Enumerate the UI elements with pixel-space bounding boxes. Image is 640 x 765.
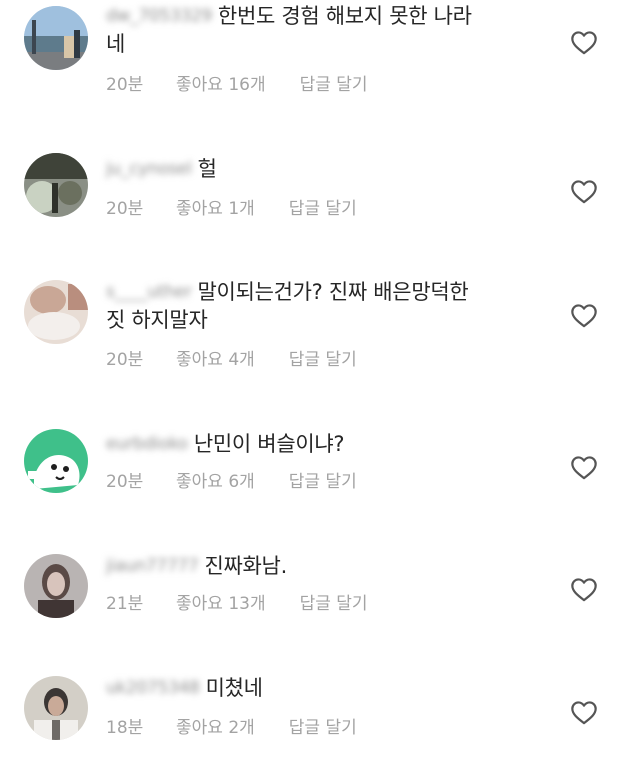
- comment-item: s____uther 말이되는건가? 진짜 배은망덕한 짓 하지말자 20분 좋아요…: [0, 276, 640, 386]
- comment-body-line2: 네: [106, 32, 126, 56]
- reply-button[interactable]: 답글 달기: [289, 198, 357, 220]
- avatar[interactable]: [24, 429, 88, 493]
- comment-item: ju_cynosel 헐 20분 좋아요 1개 답글 달기: [0, 150, 640, 240]
- comment-username[interactable]: ju_cynosel: [106, 154, 192, 184]
- heart-outline-icon[interactable]: [570, 699, 598, 725]
- comment-username[interactable]: s____uther: [106, 277, 192, 307]
- avatar[interactable]: [24, 153, 88, 217]
- heart-outline-icon[interactable]: [570, 178, 598, 204]
- comment-meta: 20분 좋아요 1개 답글 달기: [106, 198, 357, 220]
- comment-likes[interactable]: 좋아요 6개: [176, 471, 255, 493]
- heart-outline-icon[interactable]: [570, 302, 598, 328]
- comment-time: 20분: [106, 75, 144, 95]
- comment-time: 20분: [106, 199, 144, 219]
- comment-time: 20분: [106, 472, 144, 492]
- comment-body: 미쳤네: [205, 676, 263, 700]
- comment-likes[interactable]: 좋아요 4개: [176, 349, 255, 371]
- avatar[interactable]: [24, 554, 88, 618]
- comment-body: 한번도 경험 해보지 못한 나라: [217, 4, 472, 28]
- comment-username[interactable]: jiaun77777: [106, 551, 199, 581]
- reply-button[interactable]: 답글 달기: [289, 471, 357, 493]
- reply-button[interactable]: 답글 달기: [289, 349, 357, 371]
- heart-outline-icon[interactable]: [570, 29, 598, 55]
- comment-body: 진짜화남.: [204, 554, 288, 578]
- comment-likes[interactable]: 좋아요 2개: [176, 717, 255, 739]
- comment-text: uk2075348 미쳤네: [106, 673, 546, 703]
- heart-outline-icon[interactable]: [570, 454, 598, 480]
- comment-body: 말이되는건가? 진짜 배은망덕한: [197, 280, 469, 304]
- comment-item: eurbdioko 난민이 벼슬이냐? 20분 좋아요 6개 답글 달기: [0, 426, 640, 516]
- avatar[interactable]: [24, 676, 88, 740]
- comment-text: eurbdioko 난민이 벼슬이냐?: [106, 429, 546, 459]
- comment-meta: 20분 좋아요 16개 답글 달기: [106, 74, 368, 96]
- reply-button[interactable]: 답글 달기: [300, 74, 368, 96]
- comment-item: dw_7053329 한번도 경험 해보지 못한 나라 네 20분 좋아요 16개 답…: [0, 0, 640, 120]
- comment-text-continued: 네: [106, 29, 546, 59]
- comment-username[interactable]: eurbdioko: [106, 429, 188, 459]
- comment-likes[interactable]: 좋아요 13개: [176, 593, 266, 615]
- comment-meta: 18분 좋아요 2개 답글 달기: [106, 717, 357, 739]
- comment-username[interactable]: uk2075348: [106, 673, 200, 703]
- comment-username[interactable]: dw_7053329: [106, 1, 212, 31]
- comment-body-line2: 짓 하지말자: [106, 308, 208, 332]
- comment-meta: 20분 좋아요 4개 답글 달기: [106, 349, 357, 371]
- comment-time: 18분: [106, 718, 144, 738]
- comment-likes[interactable]: 좋아요 1개: [176, 198, 255, 220]
- avatar[interactable]: [24, 280, 88, 344]
- comment-body: 헐: [197, 157, 217, 181]
- comment-likes[interactable]: 좋아요 16개: [176, 74, 266, 96]
- comment-meta: 21분 좋아요 13개 답글 달기: [106, 593, 368, 615]
- reply-button[interactable]: 답글 달기: [300, 593, 368, 615]
- comment-body: 난민이 벼슬이냐?: [193, 432, 345, 456]
- comment-text: jiaun77777 진짜화남.: [106, 551, 546, 581]
- comment-text-continued: 짓 하지말자: [106, 305, 546, 335]
- comment-item: uk2075348 미쳤네 18분 좋아요 2개 답글 달기: [0, 672, 640, 762]
- avatar[interactable]: [24, 6, 88, 70]
- comment-time: 21분: [106, 594, 144, 614]
- comment-text: dw_7053329 한번도 경험 해보지 못한 나라: [106, 1, 546, 31]
- heart-outline-icon[interactable]: [570, 576, 598, 602]
- reply-button[interactable]: 답글 달기: [289, 717, 357, 739]
- comment-meta: 20분 좋아요 6개 답글 달기: [106, 471, 357, 493]
- comment-item: jiaun77777 진짜화남. 21분 좋아요 13개 답글 달기: [0, 548, 640, 638]
- comment-text: ju_cynosel 헐: [106, 154, 546, 184]
- comment-time: 20분: [106, 350, 144, 370]
- comment-text: s____uther 말이되는건가? 진짜 배은망덕한: [106, 277, 546, 307]
